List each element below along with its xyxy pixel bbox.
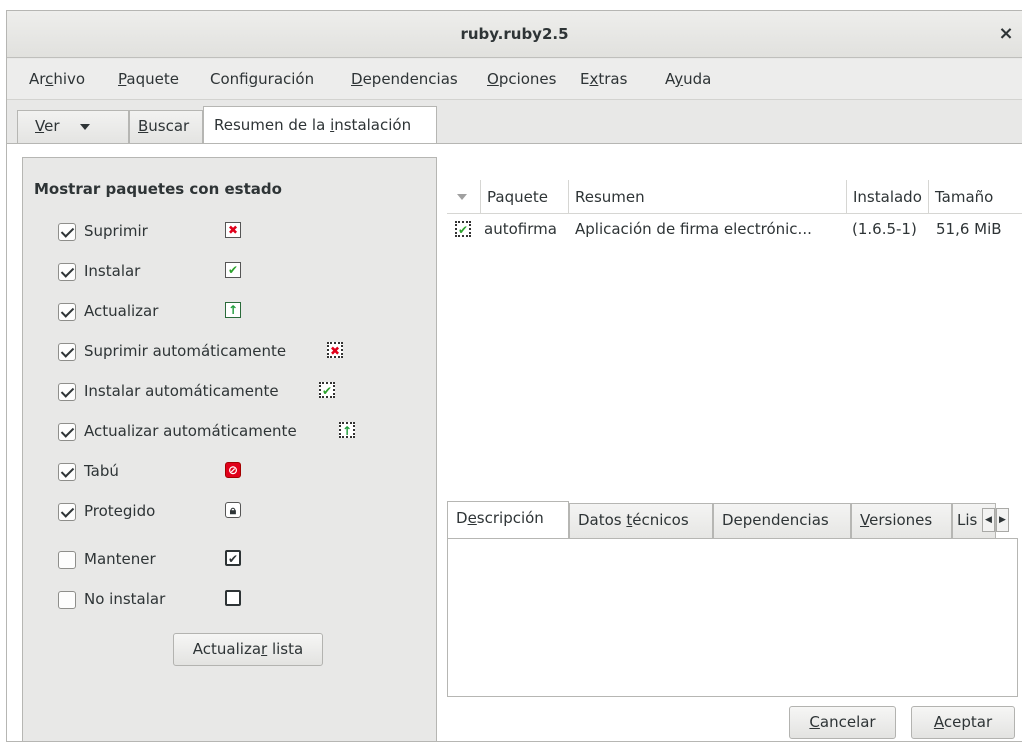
cell-size: 51,6 MiB [936,220,1002,238]
tab-search[interactable]: Buscar [129,110,203,143]
status-column-header[interactable] [447,180,481,214]
checkbox[interactable] [58,262,76,281]
window-title: ruby.ruby2.5 [460,25,569,43]
column-paquete[interactable]: Paquete [481,180,569,214]
filter-no-instalar[interactable]: No instalar [58,587,165,611]
noinstall-status-icon [225,590,241,606]
filter-mantener[interactable]: Mantener [58,547,156,571]
table-header: Paquete Resumen Instalado Tamaño [447,180,1022,214]
detail-tabs: Descripción Datos técnicos Dependencias … [447,501,1022,539]
lock-status-icon: 🔒︎ [225,502,241,518]
sort-down-icon [457,194,467,200]
tab-datos-tecnicos[interactable]: Datos técnicos [569,503,713,538]
filter-heading: Mostrar paquetes con estado [34,180,282,198]
install-status-icon: ✔ [455,221,471,237]
autoupdate-status-icon: ↑ [339,422,355,438]
package-table: Paquete Resumen Instalado Tamaño ✔ autof… [447,180,1022,497]
menu-configuracion[interactable]: Configuración [210,59,314,100]
column-instalado[interactable]: Instalado [847,180,929,214]
filter-tabu[interactable]: Tabú [58,459,119,483]
checkbox[interactable] [58,342,76,361]
filter-instalar-auto[interactable]: Instalar automáticamente [58,379,279,403]
tab-versiones[interactable]: Versiones [851,503,952,538]
checkbox[interactable] [58,550,76,569]
checkbox[interactable] [58,422,76,441]
filter-actualizar[interactable]: Actualizar [58,299,158,323]
autoinstall-status-icon: ✔ [319,382,335,398]
cell-installed: (1.6.5-1) [852,220,917,238]
checkbox[interactable] [58,462,76,481]
scroll-left-icon[interactable]: ◀ [982,508,995,532]
filter-suprimir[interactable]: Suprimir [58,219,148,243]
title-bar: ruby.ruby2.5 × [7,11,1022,58]
table-row[interactable]: ✔ autofirma Aplicación de firma electrón… [447,215,1022,243]
view-tab-row: Ver Buscar Resumen de la instalación [7,101,1022,144]
menu-bar: Archivo Paquete Configuración Dependenci… [7,59,1022,100]
delete-status-icon: ✖ [225,222,241,238]
update-status-icon: ↑ [225,302,241,318]
menu-extras[interactable]: Extras [580,59,627,100]
tab-dependencias[interactable]: Dependencias [713,503,851,538]
app-window: ruby.ruby2.5 × Archivo Paquete Configura… [6,10,1022,742]
menu-opciones[interactable]: Opciones [487,59,556,100]
checkbox[interactable] [58,222,76,241]
menu-archivo[interactable]: Archivo [29,59,85,100]
tab-descripcion[interactable]: Descripción [447,501,569,539]
filter-actualizar-auto[interactable]: Actualizar automáticamente [58,419,297,443]
menu-dependencias[interactable]: Dependencias [351,59,458,100]
close-icon[interactable]: × [994,22,1018,46]
menu-ayuda[interactable]: Ayuda [665,59,711,100]
checkbox[interactable] [58,302,76,321]
column-resumen[interactable]: Resumen [569,180,847,214]
status-filter-panel: Mostrar paquetes con estado Suprimir ✖ I… [22,157,437,741]
chevron-down-icon [79,123,90,130]
taboo-status-icon: ⊘ [225,462,241,478]
filter-protegido[interactable]: Protegido [58,499,155,523]
accept-button[interactable]: Aceptar [911,706,1015,739]
view-menu-button[interactable]: Ver [17,110,129,143]
description-box[interactable] [447,538,1018,697]
scroll-right-icon[interactable]: ▶ [996,508,1009,532]
tab-installation-summary[interactable]: Resumen de la instalación [203,106,437,144]
checkbox[interactable] [58,382,76,401]
cancel-button[interactable]: Cancelar [789,706,896,739]
autodelete-status-icon: ✖ [327,342,343,358]
refresh-list-button[interactable]: Actualizar lista [173,633,323,666]
checkbox[interactable] [58,502,76,521]
summary-panel: Mostrar paquetes con estado Suprimir ✖ I… [7,143,1022,741]
install-status-icon: ✔ [225,262,241,278]
menu-paquete[interactable]: Paquete [118,59,179,100]
filter-instalar[interactable]: Instalar [58,259,140,283]
keep-status-icon: ✔ [225,550,241,566]
checkbox[interactable] [58,590,76,609]
column-tamano[interactable]: Tamaño [929,180,1022,214]
cell-summary: Aplicación de firma electrónic... [575,220,812,238]
cell-package: autofirma [484,220,557,238]
filter-suprimir-auto[interactable]: Suprimir automáticamente [58,339,286,363]
